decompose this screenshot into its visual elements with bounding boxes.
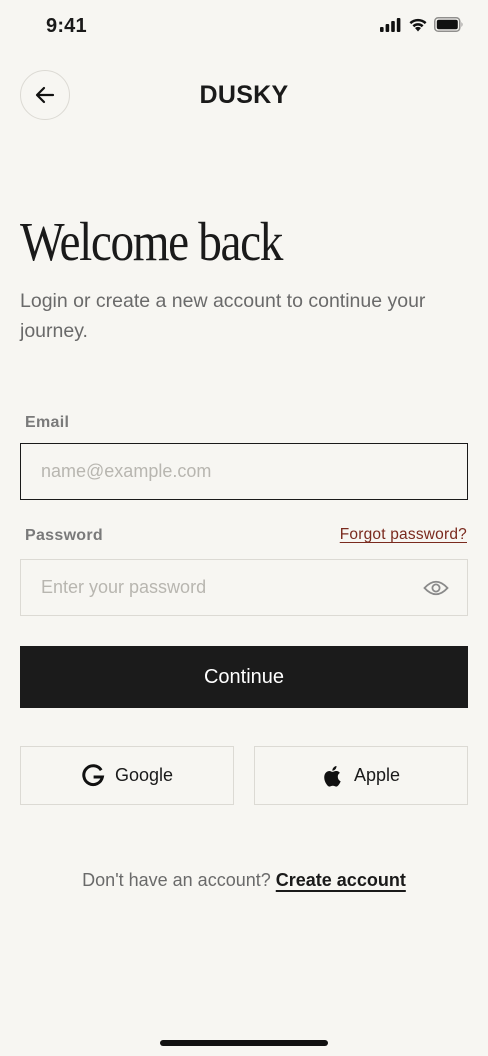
page-title: Welcome back xyxy=(20,211,283,272)
password-input[interactable] xyxy=(21,560,467,615)
signup-prompt: Don't have an account? Create account xyxy=(0,870,488,891)
status-time: 9:41 xyxy=(46,15,87,37)
wifi-icon xyxy=(409,18,427,32)
password-label: Password xyxy=(25,527,103,544)
apple-logo-icon xyxy=(324,765,341,787)
show-password-toggle[interactable] xyxy=(423,576,449,600)
password-field-container xyxy=(20,559,468,616)
apple-sign-in-button[interactable]: Apple xyxy=(254,746,468,805)
battery-icon xyxy=(434,17,463,32)
create-account-link[interactable]: Create account xyxy=(276,870,406,890)
email-label: Email xyxy=(25,414,70,431)
google-button-label: Google xyxy=(114,765,174,785)
status-icons xyxy=(380,17,464,32)
google-sign-in-button[interactable]: Google xyxy=(20,746,234,805)
cellular-signal-icon xyxy=(380,17,401,32)
home-indicator xyxy=(160,1040,328,1046)
eye-icon xyxy=(423,580,449,596)
page-subtitle: Login or create a new account to continu… xyxy=(20,290,426,342)
app-header: DUSKY xyxy=(0,70,488,120)
status-bar: 9:41 xyxy=(0,0,488,54)
apple-button-label: Apple xyxy=(353,765,401,785)
email-field-container xyxy=(20,443,468,500)
brand-logo: DUSKY xyxy=(199,81,289,109)
forgot-password-link[interactable]: Forgot password? xyxy=(340,526,467,544)
email-input[interactable] xyxy=(21,444,467,499)
signup-prompt-text: Don't have an account? xyxy=(82,870,271,890)
continue-button[interactable]: Continue xyxy=(20,646,468,708)
google-logo-icon xyxy=(82,763,105,786)
